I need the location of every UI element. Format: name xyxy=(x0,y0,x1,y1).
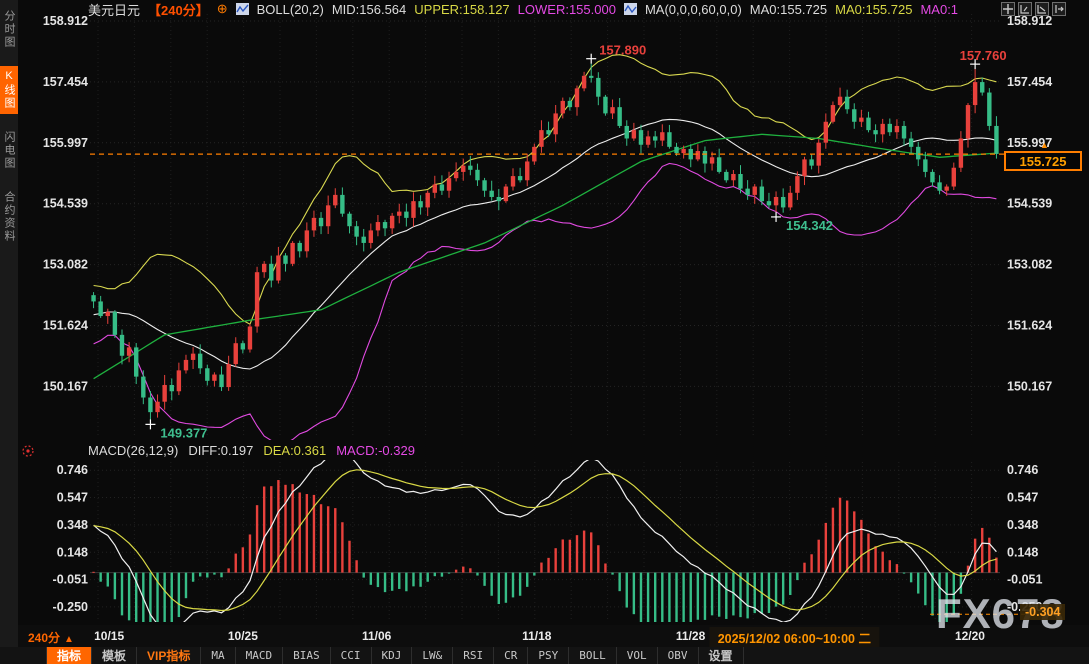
price-axis-label: 151.624 xyxy=(43,318,88,332)
toolbar-item-指标[interactable]: 指标 xyxy=(46,647,92,664)
price-axis-label: 157.454 xyxy=(43,75,88,89)
price-axis-label: 153.082 xyxy=(43,258,88,272)
period-label[interactable]: 【240分】 xyxy=(148,0,209,19)
current-price-tag: 155.725 xyxy=(1004,151,1082,171)
macd-axis-label: 0.746 xyxy=(57,463,88,477)
price-axis-label: 153.082 xyxy=(1007,258,1052,272)
boll-indicator-icon[interactable] xyxy=(236,3,249,15)
ma-indicator-icon[interactable] xyxy=(624,3,637,15)
chart-tool-buttons xyxy=(1001,2,1066,16)
sidebar-item-合约资料[interactable]: 合约资料 xyxy=(0,187,18,247)
sidebar-item-K线图[interactable]: K线图 xyxy=(0,66,18,114)
macd-dea-value: DEA:0.361 xyxy=(263,443,326,458)
macd-axis-label: -0.051 xyxy=(53,573,88,587)
x-axis-tick: 10/25 xyxy=(228,629,258,643)
macd-axis-label: 0.547 xyxy=(57,491,88,505)
macd-legend: MACD(26,12,9) DIFF:0.197 DEA:0.361 MACD:… xyxy=(88,443,415,458)
symbol-name: 美元日元 xyxy=(88,0,140,19)
toolbar-item-MACD[interactable]: MACD xyxy=(236,647,284,664)
boll-lower-value: LOWER:155.000 xyxy=(518,2,616,17)
boll-label: BOLL(20,2) xyxy=(257,2,324,17)
toolbar-item-PSY[interactable]: PSY xyxy=(528,647,569,664)
left-sidebar: 分时图 K线图闪电图合约资料 xyxy=(0,0,18,664)
x-axis-tick: 12/20 xyxy=(955,629,985,643)
macd-axis-label: -0.051 xyxy=(1007,573,1042,587)
time-axis: 240分 ▲ 10/15 10/25 11/06 11/18 11/28 12/20 2025… xyxy=(18,625,1089,647)
boll-upper-value: UPPER:158.127 xyxy=(414,2,509,17)
toolbar-item-KDJ[interactable]: KDJ xyxy=(372,647,413,664)
price-axis-label: 155.997 xyxy=(43,136,88,150)
macd-axis-label: 0.148 xyxy=(1007,545,1038,559)
macd-axis-label: 0.547 xyxy=(1007,491,1038,505)
price-axis-label: 151.624 xyxy=(1007,318,1052,332)
toolbar-item-RSI[interactable]: RSI xyxy=(453,647,494,664)
high-point-annotation: 157.760 xyxy=(960,48,1007,63)
macd-value: MACD:-0.329 xyxy=(336,443,415,458)
ma0-magenta-value: MA0:1 xyxy=(920,2,958,17)
period-selector[interactable]: 240分 ▲ xyxy=(28,629,74,646)
macd-axis-label: -0.250 xyxy=(53,600,88,614)
current-price-value: 155.725 xyxy=(1020,154,1067,169)
ma0-white-value: MA0:155.725 xyxy=(750,2,827,17)
selected-candle-datetime: 2025/12/02 06:00~10:00 二 xyxy=(710,627,879,648)
chart-legend: 美元日元 【240分】 ⊕ BOLL(20,2) MID:156.564 UPP… xyxy=(88,1,958,17)
x-axis-tick: 10/15 xyxy=(94,629,124,643)
x-axis-tick: 11/28 xyxy=(676,629,705,643)
toolbar-item-模板[interactable]: 模板 xyxy=(92,647,137,664)
x-axis-tick: 11/06 xyxy=(362,629,391,643)
price-axis-label: 154.539 xyxy=(43,197,88,211)
macd-diff-value: DIFF:0.197 xyxy=(188,443,253,458)
macd-axis-label: 0.746 xyxy=(1007,463,1038,477)
toolbar-item-LW&[interactable]: LW& xyxy=(412,647,453,664)
chart-zoom-icon[interactable] xyxy=(1018,2,1032,16)
sidebar-item-分时图[interactable]: 分时图 xyxy=(0,6,18,53)
high-point-annotation: 157.890 xyxy=(599,43,646,58)
toolbar-item-设置[interactable]: 设置 xyxy=(699,647,744,664)
toolbar-item-OBV[interactable]: OBV xyxy=(658,647,699,664)
price-axis-label: 158.912 xyxy=(1007,14,1052,28)
chart-scale-icon[interactable] xyxy=(1035,2,1049,16)
price-marker-icon: ▲ xyxy=(1040,140,1049,150)
toolbar-item-BIAS[interactable]: BIAS xyxy=(283,647,331,664)
price-axis-label: 150.167 xyxy=(43,379,88,393)
toolbar-item-CR[interactable]: CR xyxy=(494,647,528,664)
toolbar-item-MA[interactable]: MA xyxy=(201,647,235,664)
boll-mid-value: MID:156.564 xyxy=(332,2,406,17)
price-axis-label: 157.454 xyxy=(1007,75,1052,89)
indicator-toolbar: 指标模板VIP指标MAMACDBIASCCIKDJLW&RSICRPSYBOLL… xyxy=(0,647,1089,664)
price-chart-canvas[interactable]: 158.912158.912157.454157.454155.997155.9… xyxy=(18,0,1089,625)
dropdown-up-icon: ▲ xyxy=(64,634,74,645)
low-point-annotation: 149.377 xyxy=(160,425,207,440)
chart-export-icon[interactable] xyxy=(1052,2,1066,16)
toolbar-item-VOL[interactable]: VOL xyxy=(617,647,658,664)
crosshair-move-icon[interactable] xyxy=(1001,2,1015,16)
period-selector-label: 240分 xyxy=(28,631,60,645)
price-axis-label: 158.912 xyxy=(43,14,88,28)
ma0-yellow-value: MA0:155.725 xyxy=(835,2,912,17)
toolbar-item-CCI[interactable]: CCI xyxy=(331,647,372,664)
sidebar-item-闪电图[interactable]: 闪电图 xyxy=(0,127,18,174)
chart-window: 分时图 K线图闪电图合约资料 美元日元 【240分】 ⊕ BOLL(20,2) M… xyxy=(0,0,1089,664)
toolbar-item-VIP指标[interactable]: VIP指标 xyxy=(137,647,201,664)
toolbar-item-BOLL[interactable]: BOLL xyxy=(569,647,617,664)
macd-axis-label: 0.348 xyxy=(57,518,88,532)
macd-label: MACD(26,12,9) xyxy=(88,443,178,458)
macd-current-value-tag: -0.304 xyxy=(1020,604,1065,620)
price-axis-label: 150.167 xyxy=(1007,379,1052,393)
macd-axis-label: 0.348 xyxy=(1007,518,1038,532)
macd-axis-label: 0.148 xyxy=(57,545,88,559)
add-indicator-icon[interactable]: ⊕ xyxy=(217,1,228,17)
low-point-annotation: 154.342 xyxy=(786,218,833,233)
x-axis-tick: 11/18 xyxy=(522,629,551,643)
price-axis-label: 154.539 xyxy=(1007,197,1052,211)
ma-label: MA(0,0,0,60,0,0) xyxy=(645,2,742,17)
